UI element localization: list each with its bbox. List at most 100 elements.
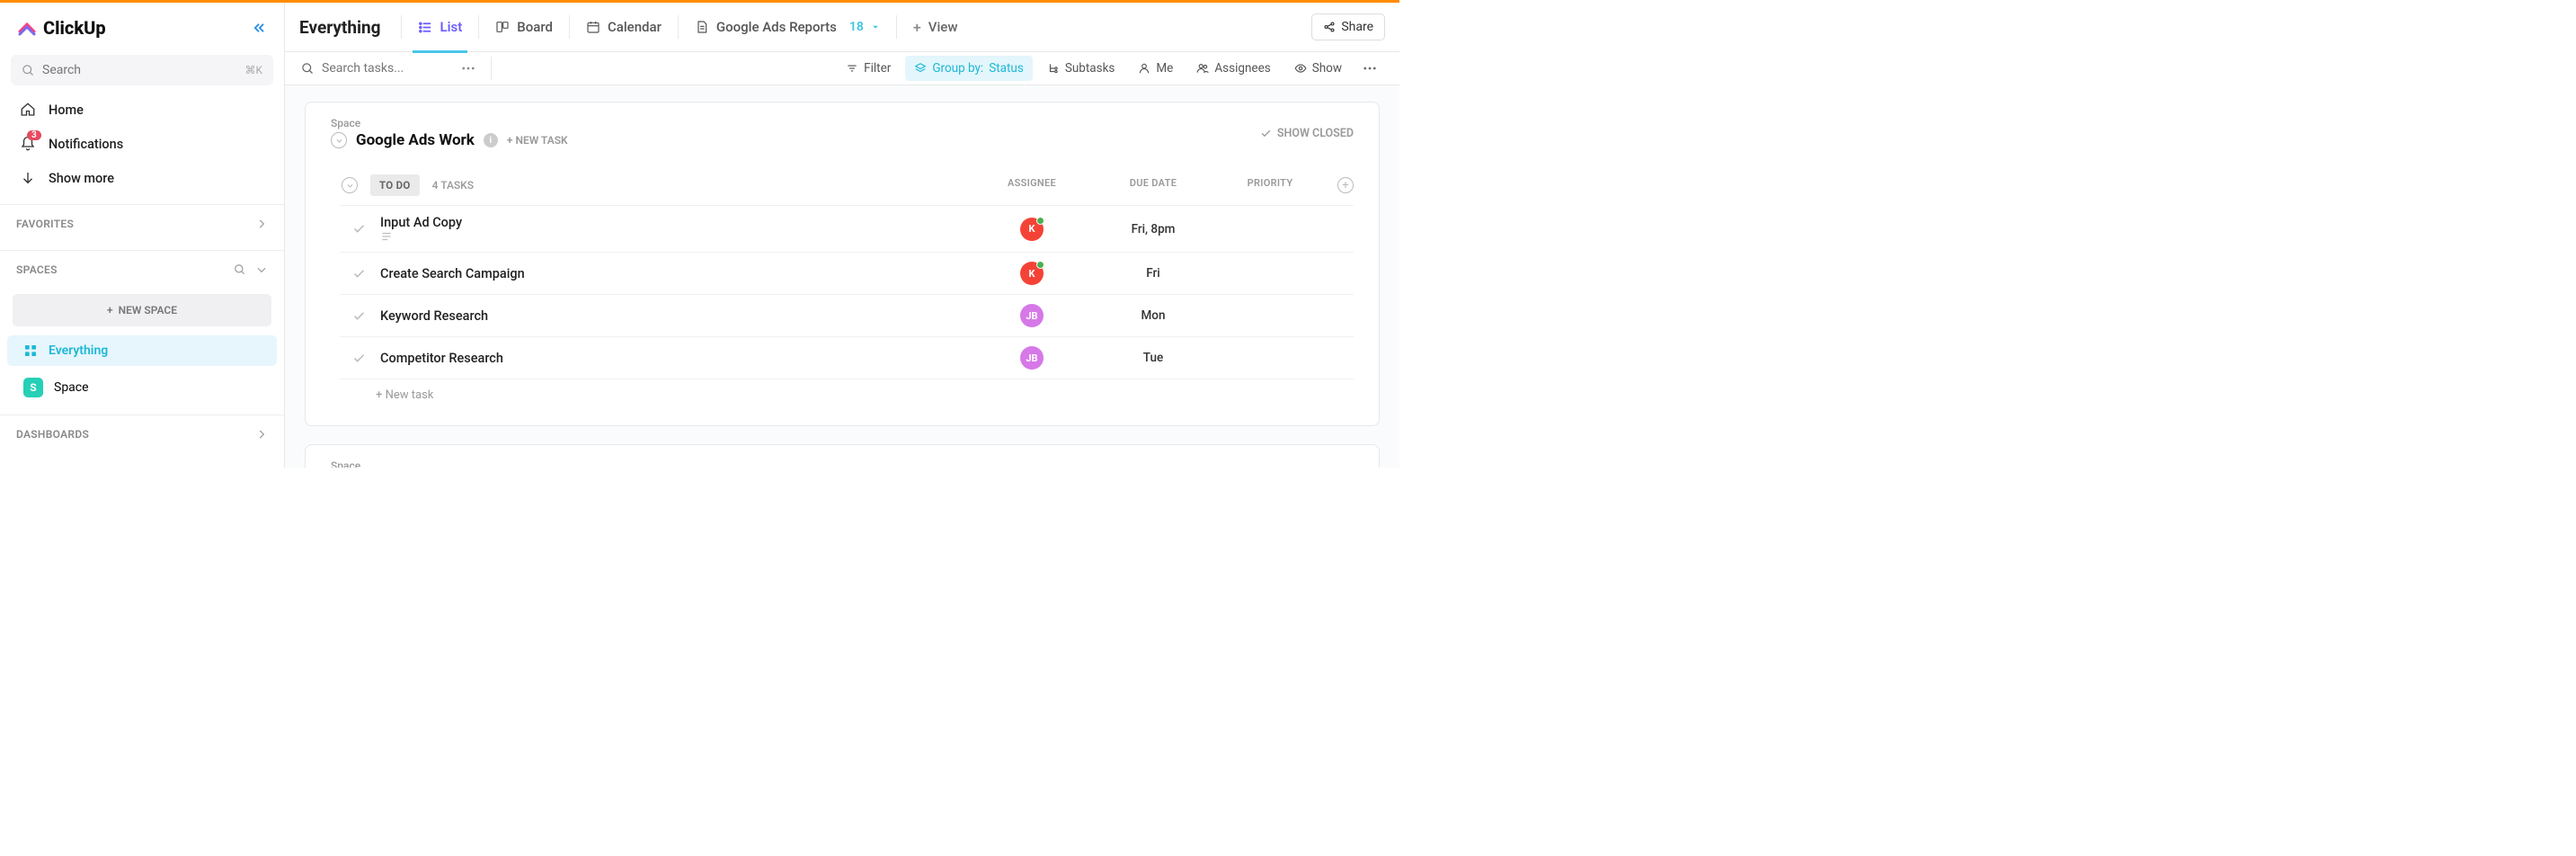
me-button[interactable]: Me — [1129, 56, 1182, 81]
separator — [478, 15, 479, 39]
check-icon — [1260, 128, 1272, 139]
people-icon — [1196, 62, 1209, 75]
task-search-input[interactable] — [322, 61, 448, 76]
spaces-label: SPACES — [16, 263, 58, 276]
space-label: Space — [331, 459, 1251, 468]
assignee-avatar[interactable]: JB — [1020, 304, 1044, 327]
assignee-avatar[interactable]: JB — [1020, 346, 1044, 370]
topbar: Everything List Board Calendar — [285, 3, 1399, 52]
tab-calendar[interactable]: Calendar — [573, 3, 674, 52]
filter-bar: Filter Group by: Status Subtasks Me — [285, 52, 1399, 85]
more-icon[interactable] — [1356, 60, 1383, 76]
separator — [569, 15, 570, 39]
tab-doc[interactable]: Google Ads Reports 18 — [682, 3, 893, 52]
status-header: TO DO 4 TASKS ASSIGNEE DUE DATE PRIORITY… — [331, 174, 1354, 205]
col-due: DUE DATE — [1104, 177, 1203, 193]
due-date[interactable]: Fri, 8pm — [1104, 222, 1203, 236]
nav-home[interactable]: Home — [0, 93, 284, 127]
sidebar-item-space-label: Space — [54, 380, 89, 395]
sidebar: ClickUp ⌘K Home 3 Notifications Show mor… — [0, 3, 285, 468]
space-block-google-ads: Space Google Ads Work i + NEW TASK SHOW … — [305, 102, 1380, 426]
favorites-header[interactable]: FAVORITES — [0, 204, 284, 241]
sidebar-item-space[interactable]: S Space — [7, 370, 277, 406]
subtasks-button[interactable]: Subtasks — [1038, 56, 1124, 81]
sidebar-item-everything[interactable]: Everything — [7, 335, 277, 366]
brand-logo[interactable]: ClickUp — [16, 17, 106, 39]
due-date[interactable]: Fri — [1104, 266, 1203, 281]
check-icon[interactable] — [352, 222, 366, 236]
doc-icon — [695, 20, 709, 34]
nav-notifications[interactable]: 3 Notifications — [0, 127, 284, 161]
collapse-status-icon[interactable] — [342, 177, 358, 193]
check-icon[interactable] — [352, 352, 366, 365]
assignee-avatar[interactable]: K — [1020, 218, 1044, 241]
caret-down-icon — [871, 22, 880, 31]
search-icon — [301, 62, 315, 76]
share-icon — [1323, 21, 1336, 33]
collapse-sidebar-button[interactable] — [250, 19, 268, 37]
spaces-search-icon[interactable] — [234, 263, 246, 276]
groupby-button[interactable]: Group by: Status — [905, 56, 1032, 81]
show-button[interactable]: Show — [1285, 56, 1351, 81]
assignees-label: Assignees — [1214, 61, 1270, 76]
notifications-badge: 3 — [27, 130, 41, 140]
check-icon[interactable] — [352, 309, 366, 323]
arrow-down-icon — [20, 170, 36, 186]
tab-board[interactable]: Board — [483, 3, 565, 52]
brand-name: ClickUp — [43, 17, 106, 39]
collapse-block-icon[interactable] — [331, 132, 347, 148]
chevron-right-icon — [255, 428, 268, 441]
dashboards-header[interactable]: DASHBOARDS — [0, 415, 284, 451]
due-date[interactable]: Tue — [1104, 351, 1203, 365]
add-view-label: View — [928, 19, 958, 35]
task-row[interactable]: Keyword Research JB Mon — [340, 294, 1354, 336]
add-column-button[interactable]: + — [1337, 177, 1354, 193]
filter-button[interactable]: Filter — [837, 56, 900, 81]
plus-icon: + — [913, 19, 921, 36]
share-button[interactable]: Share — [1311, 13, 1385, 40]
page-title: Everything — [299, 17, 397, 38]
assignee-avatar[interactable]: K — [1020, 262, 1044, 285]
new-task-link[interactable]: + NEW TASK — [507, 134, 568, 147]
note-icon — [380, 230, 978, 243]
new-task-row[interactable]: + New task — [340, 379, 1354, 411]
task-row[interactable]: Competitor Research JB Tue — [340, 336, 1354, 379]
status-pill[interactable]: TO DO — [370, 174, 420, 196]
separator — [401, 15, 402, 39]
separator — [896, 15, 897, 39]
more-icon[interactable] — [460, 60, 476, 76]
plus-icon: + — [107, 304, 113, 317]
favorites-label: FAVORITES — [16, 218, 74, 230]
new-space-button[interactable]: + NEW SPACE — [13, 294, 271, 326]
presence-dot — [1036, 261, 1044, 269]
logo-mark-icon — [16, 17, 38, 39]
show-closed-button[interactable]: SHOW CLOSED — [1260, 127, 1354, 140]
task-row[interactable]: Create Search Campaign K Fri — [340, 252, 1354, 294]
assignees-button[interactable]: Assignees — [1187, 56, 1279, 81]
nav-showmore[interactable]: Show more — [0, 161, 284, 195]
block-title[interactable]: Google Ads Work — [356, 131, 475, 149]
tab-list[interactable]: List — [405, 3, 475, 52]
presence-dot — [1036, 217, 1044, 225]
task-row[interactable]: Input Ad Copy K Fri, 8pm — [340, 205, 1354, 252]
person-icon — [1138, 62, 1150, 75]
show-label: Show — [1312, 61, 1342, 76]
list-icon — [418, 20, 433, 35]
task-title[interactable]: Create Search Campaign — [380, 266, 978, 281]
home-icon — [20, 102, 36, 118]
search-field[interactable] — [42, 63, 237, 77]
chevron-down-icon[interactable] — [255, 263, 268, 276]
check-icon[interactable] — [352, 267, 366, 281]
info-icon[interactable]: i — [484, 133, 498, 147]
task-title[interactable]: Keyword Research — [380, 308, 978, 324]
separator — [491, 57, 492, 80]
grid-icon — [23, 343, 38, 358]
search-input[interactable]: ⌘K — [11, 55, 273, 85]
nav-notifications-label: Notifications — [49, 137, 123, 152]
due-date[interactable]: Mon — [1104, 308, 1203, 323]
tab-doc-count: 18 — [849, 20, 864, 34]
add-view-button[interactable]: + View — [901, 3, 971, 52]
task-title[interactable]: Competitor Research — [380, 351, 978, 366]
share-label: Share — [1341, 20, 1373, 34]
task-title[interactable]: Input Ad Copy — [380, 215, 978, 243]
